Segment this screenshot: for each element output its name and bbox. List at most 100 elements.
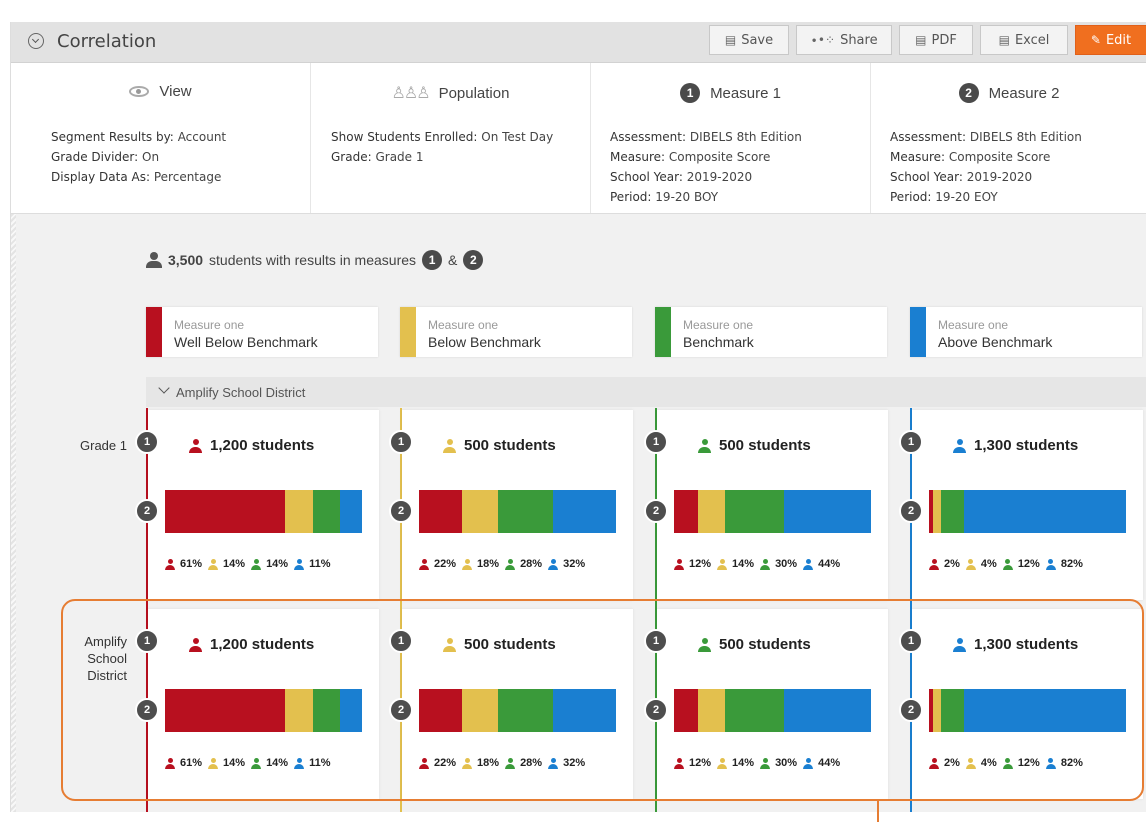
bar-segment: [725, 490, 785, 533]
legend-label: Below Benchmark: [428, 334, 541, 350]
group-label: Amplify School District: [176, 385, 306, 400]
percent-label: 18%: [477, 558, 500, 570]
student-icon: [165, 558, 175, 570]
student-icon: [929, 558, 939, 570]
percent-label: 4%: [980, 558, 997, 570]
measure1-line: School Year: 2019-2020: [610, 170, 753, 184]
measure2-badge: 2: [899, 499, 923, 523]
students-summary: 3,500 students with results in measures …: [146, 250, 484, 270]
legend-card: Measure one Benchmark: [655, 307, 887, 357]
student-icon-head: [446, 438, 453, 445]
student-icon: [251, 558, 262, 570]
legend-subtitle: Measure one: [938, 318, 1009, 332]
legend-subtitle: Measure one: [174, 318, 245, 332]
view-column: View Segment Results by: Account Grade D…: [11, 63, 311, 213]
measure1-heading: Measure 1: [710, 84, 781, 102]
measure1-badge: 1: [644, 430, 668, 454]
student-icon-body: [1045, 564, 1056, 570]
correlation-cell[interactable]: 500 students 12% 14% 30% 44%: [657, 410, 888, 600]
legend-swatch: [400, 307, 416, 357]
share-button[interactable]: ∙•⁘ Share: [796, 25, 892, 55]
student-icon-head: [968, 558, 974, 564]
save-button[interactable]: ▤ Save: [709, 25, 789, 55]
percent-breakdown: 61% 14% 14% 11%: [165, 558, 335, 570]
cell-count-text: 500 students: [719, 437, 811, 454]
measure1-badge: 1: [422, 250, 443, 270]
student-icon: [1002, 558, 1013, 570]
measure2-heading: Measure 2: [988, 84, 1060, 102]
percent-label: 14%: [732, 558, 755, 570]
cell-count-text: 1,300 students: [974, 437, 1079, 454]
legend-swatch: [146, 307, 162, 357]
legend-card: Measure one Above Benchmark: [910, 307, 1142, 357]
percent-label: 12%: [1017, 558, 1040, 570]
pencil-icon: ✎: [1090, 33, 1101, 47]
share-icon: ∙•⁘: [810, 33, 836, 47]
stacked-bar: [419, 490, 616, 533]
correlation-cell[interactable]: 1,200 students 61% 14% 14% 11%: [148, 410, 379, 600]
measure2-badge: 2: [644, 499, 668, 523]
student-icon-body: [251, 564, 262, 570]
student-icon-head: [805, 558, 811, 564]
student-icon-body: [189, 446, 202, 453]
student-icon: [208, 558, 219, 570]
bar-segment: [285, 490, 313, 533]
view-line: Display Data As: Percentage: [51, 170, 222, 184]
collapse-chevron-icon[interactable]: [28, 33, 44, 49]
population-line: Grade: Grade 1: [331, 150, 424, 164]
bar-segment: [964, 490, 1126, 533]
population-column: ♙♙♙ Population Show Students Enrolled: On…: [311, 63, 591, 213]
view-line: Grade Divider: On: [51, 150, 160, 164]
student-icon-head: [762, 558, 768, 564]
student-icon-head: [701, 438, 708, 445]
bar-segment: [497, 490, 553, 533]
cell-student-count: 500 students: [443, 437, 556, 454]
legend-swatch: [910, 307, 926, 357]
row-label-grade: Grade 1: [80, 438, 127, 453]
correlation-cell[interactable]: 500 students 22% 18% 28% 32%: [402, 410, 633, 600]
pdf-button[interactable]: ▤ PDF: [899, 25, 973, 55]
student-icon-head: [931, 558, 937, 564]
excel-button[interactable]: ▤ Excel: [980, 25, 1068, 55]
measure2-badge: 2: [389, 499, 413, 523]
measure2-line: Period: 19-20 EOY: [890, 190, 998, 204]
percent-breakdown: 22% 18% 28% 32%: [419, 558, 589, 570]
student-icon-body: [717, 564, 728, 570]
measure1-line: Measure: Composite Score: [610, 150, 771, 164]
student-icon-body: [1002, 564, 1013, 570]
bar-segment: [419, 490, 463, 533]
student-icon-body: [294, 564, 305, 570]
legend-card: Measure one Below Benchmark: [400, 307, 632, 357]
measure2-column: 2 Measure 2 Assessment: DIBELS 8th Editio…: [871, 63, 1146, 213]
percent-label: 28%: [520, 558, 543, 570]
student-icon-head: [167, 558, 173, 564]
measure2-badge: 2: [463, 250, 484, 270]
percent-label: 44%: [818, 558, 841, 570]
student-icon-body: [698, 446, 711, 453]
measure1-column: 1 Measure 1 Assessment: DIBELS 8th Editio…: [591, 63, 871, 213]
legend-label: Benchmark: [683, 334, 754, 350]
student-icon: [803, 558, 814, 570]
measure1-badge: 1: [899, 430, 923, 454]
student-icon-head: [192, 438, 199, 445]
correlation-cell[interactable]: 1,300 students 2% 4% 12% 82%: [912, 410, 1143, 600]
panel-title: Correlation: [57, 31, 157, 52]
settings-summary: View Segment Results by: Account Grade D…: [11, 63, 1146, 214]
student-icon-body: [462, 564, 473, 570]
highlight-pointer: [877, 801, 879, 822]
bar-segment: [697, 490, 726, 533]
legend-swatch: [655, 307, 671, 357]
summary-text: students with results in measures: [209, 252, 417, 268]
population-line: Show Students Enrolled: On Test Day: [331, 130, 554, 144]
bar-segment: [674, 490, 698, 533]
legend-subtitle: Measure one: [683, 318, 754, 332]
ampersand: &: [448, 252, 458, 268]
student-icon-head: [719, 558, 725, 564]
edit-button[interactable]: ✎ Edit: [1075, 25, 1146, 55]
student-icon: [717, 558, 728, 570]
chevron-down-icon[interactable]: [158, 382, 170, 394]
student-icon: [965, 558, 976, 570]
student-count: 3,500: [168, 252, 204, 268]
district-group-row[interactable]: Amplify School District: [146, 377, 1146, 407]
student-icon-body: [760, 564, 771, 570]
